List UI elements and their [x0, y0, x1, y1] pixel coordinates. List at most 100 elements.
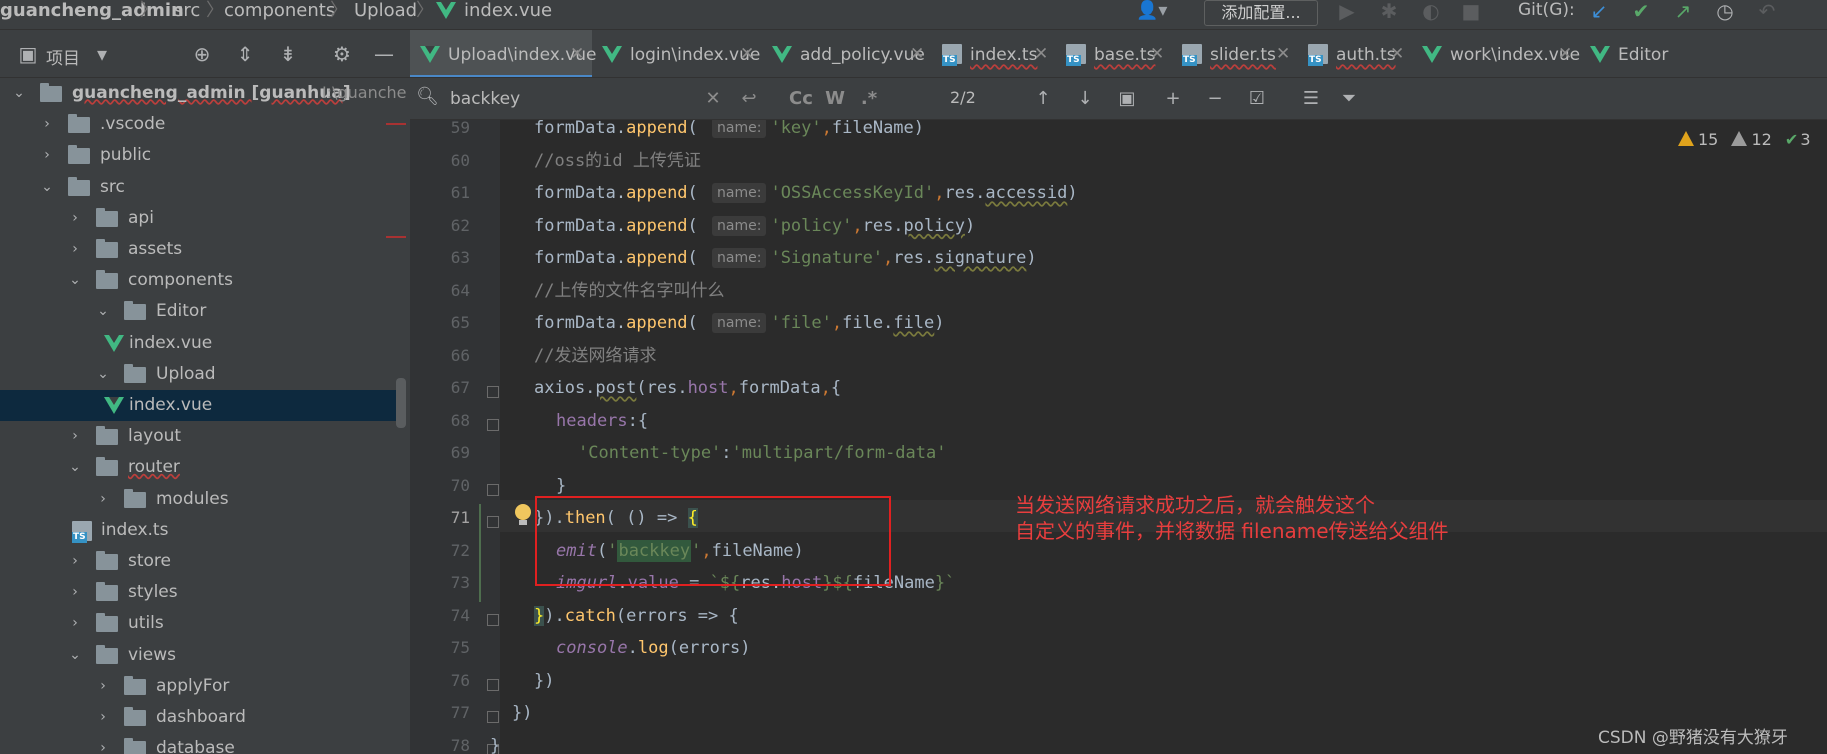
tree-item[interactable]: index.vue [0, 328, 404, 359]
match-case-toggle[interactable]: Cc [788, 86, 814, 112]
editor-tab[interactable]: Editor [1580, 30, 1700, 77]
fold-marker-icon[interactable] [487, 418, 499, 431]
breadcrumb-components[interactable]: components [224, 0, 335, 30]
editor-tab[interactable]: Upload\index.vue ✕ [410, 30, 597, 77]
user-icon[interactable]: 👤▾ [1136, 0, 1172, 24]
chevron-down-icon[interactable]: ⌄ [12, 84, 26, 102]
tree-item[interactable]: ⌄ components [0, 265, 404, 296]
code-line[interactable]: formData.append( name: 'Signature',res.si… [534, 247, 1037, 269]
fold-marker-icon[interactable] [487, 613, 499, 626]
tree-item[interactable]: ⌄ guancheng_admin [guanhua] I:\guanche [0, 78, 407, 109]
collapse-all-icon[interactable]: ⇟ [276, 42, 300, 66]
stop-icon[interactable]: ■ [1458, 0, 1484, 24]
tree-item[interactable]: › styles [0, 577, 404, 608]
regex-toggle[interactable]: .* [856, 86, 882, 112]
code-line[interactable]: } [556, 475, 566, 497]
tree-item[interactable]: › applyFor [0, 671, 404, 702]
tree-item[interactable]: ⌄ src [0, 172, 404, 203]
fold-marker-icon[interactable] [487, 483, 499, 496]
chevron-right-icon[interactable]: › [68, 552, 82, 570]
editor-tab[interactable]: work\index.vue ✕ [1412, 30, 1580, 77]
editor-tab[interactable]: base.ts✕ [1056, 30, 1172, 77]
whole-word-toggle[interactable]: W [822, 86, 848, 112]
expand-all-icon[interactable]: ⇕ [233, 42, 257, 66]
project-panel-title[interactable]: 项目 [46, 44, 80, 69]
chevron-down-icon[interactable]: ⌄ [68, 458, 82, 476]
tree-item[interactable]: › store [0, 546, 404, 577]
chevron-right-icon[interactable]: › [68, 240, 82, 258]
close-icon[interactable]: ✕ [910, 43, 924, 65]
clear-search-icon[interactable]: ✕ [700, 86, 726, 112]
code-line[interactable]: console.log(errors) [556, 637, 751, 659]
chevron-down-icon[interactable]: ⌄ [68, 271, 82, 289]
filter-search-options-icon[interactable]: ☰ [1298, 86, 1324, 112]
editor-tab[interactable]: login\index.vue ✕ [592, 30, 762, 77]
tree-item[interactable]: index.vue [0, 390, 404, 421]
code-line[interactable]: headers:{ [556, 410, 648, 432]
code-line[interactable]: formData.append( name: 'OSSAccessKeyId',r… [534, 182, 1078, 204]
editor-tab[interactable]: slider.ts✕ [1172, 30, 1298, 77]
code-line[interactable]: formData.append( name:'file',file.file) [534, 312, 945, 334]
close-icon[interactable]: ✕ [740, 43, 754, 65]
editor-tab[interactable]: index.ts✕ [932, 30, 1056, 77]
fold-marker-icon[interactable] [487, 386, 499, 398]
tree-item[interactable]: › api [0, 203, 404, 234]
code-line[interactable]: }) [512, 702, 532, 724]
code-line[interactable]: formData.append( name:'key',fileName) [534, 120, 924, 139]
breadcrumb-src[interactable]: src [174, 0, 200, 30]
coverage-icon[interactable]: ◐ [1418, 0, 1444, 24]
dropdown-arrow-icon[interactable]: ▾ [90, 42, 114, 66]
tree-item[interactable]: ⌄ router [0, 452, 404, 483]
tree-item[interactable]: › modules [0, 484, 404, 515]
next-match-icon[interactable]: ↓ [1072, 86, 1098, 112]
search-icon[interactable]: 🔍︎ [416, 86, 440, 110]
code-editor[interactable]: 59 60 61 62 63 64 65 66 67 68 69 70 71 72 73 74 75 76 77 78… [410, 120, 1827, 754]
close-icon[interactable]: ✕ [570, 43, 584, 65]
fold-marker-icon[interactable] [487, 516, 499, 528]
code-line[interactable]: }) [534, 670, 554, 692]
close-icon[interactable]: ✕ [1558, 43, 1572, 65]
tree-item[interactable]: › utils [0, 608, 404, 639]
tree-item[interactable]: › public [0, 140, 404, 171]
tree-scrollbar[interactable] [396, 378, 406, 428]
chevron-right-icon[interactable]: › [68, 583, 82, 601]
tree-item[interactable]: › assets [0, 234, 404, 265]
chevron-right-icon[interactable]: › [96, 739, 110, 754]
filter-icon[interactable]: ⏷ [1336, 86, 1362, 112]
show-in-window-icon[interactable]: ▣ [1114, 86, 1140, 112]
fold-marker-icon[interactable] [487, 711, 499, 723]
history-icon[interactable]: ◷ [1712, 0, 1738, 24]
code-line[interactable]: //发送网络请求 [534, 345, 656, 367]
chevron-right-icon[interactable]: › [96, 677, 110, 695]
add-occurrence-icon[interactable]: + [1160, 86, 1186, 112]
tree-item[interactable]: › database [0, 733, 404, 754]
chevron-down-icon[interactable]: ⌄ [68, 646, 82, 664]
chevron-right-icon[interactable]: › [68, 427, 82, 445]
breadcrumb-file[interactable]: index.vue [464, 0, 552, 30]
chevron-right-icon[interactable]: › [40, 115, 54, 133]
tree-item[interactable]: ⌄ views [0, 640, 404, 671]
editor-tab[interactable]: auth.ts✕ [1298, 30, 1412, 77]
code-line[interactable]: axios.post(res.host,formData,{ [534, 377, 841, 399]
rollback-icon[interactable]: ↶ [1754, 0, 1780, 24]
breadcrumb-upload[interactable]: Upload [354, 0, 417, 30]
code-line[interactable]: } [490, 735, 500, 754]
debug-icon[interactable]: ✱ [1376, 0, 1402, 24]
tree-item[interactable]: › layout [0, 421, 404, 452]
lightbulb-icon[interactable] [513, 504, 533, 528]
hide-panel-icon[interactable]: — [372, 42, 396, 66]
tree-item[interactable]: ⌄ Editor [0, 296, 404, 327]
code-line[interactable]: formData.append( name:'policy',res.polic… [534, 215, 975, 237]
git-commit-icon[interactable]: ✔ [1628, 0, 1654, 24]
close-icon[interactable]: ✕ [1150, 43, 1164, 65]
code-line[interactable]: //oss的id 上传凭证 [534, 150, 701, 172]
add-configuration-button[interactable]: 添加配置... [1204, 0, 1318, 26]
chevron-down-icon[interactable]: ⌄ [40, 178, 54, 196]
remove-occurrence-icon[interactable]: − [1202, 86, 1228, 112]
tree-item[interactable]: › .vscode [0, 109, 404, 140]
locate-file-icon[interactable]: ⊕ [190, 42, 214, 66]
chevron-down-icon[interactable]: ⌄ [96, 302, 110, 320]
select-all-occurrences-icon[interactable]: ☑ [1244, 86, 1270, 112]
tree-item[interactable]: index.ts [0, 515, 404, 546]
close-icon[interactable]: ✕ [1034, 43, 1048, 65]
